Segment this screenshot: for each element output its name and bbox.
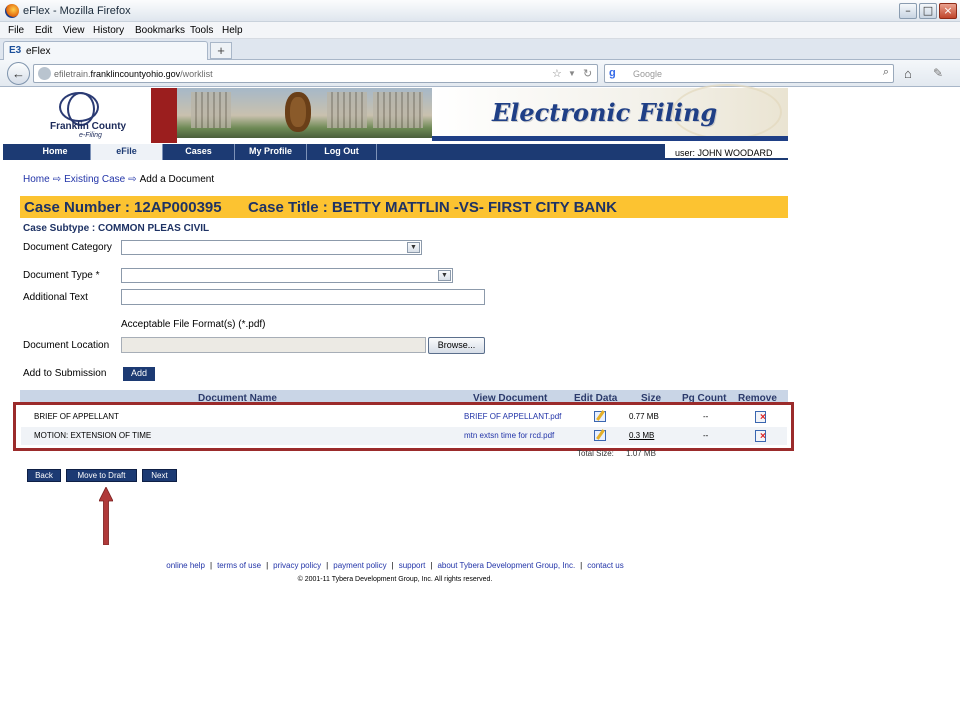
case-number: Case Number : 12AP000395 (24, 199, 222, 216)
footer-link-terms[interactable]: terms of use (217, 561, 261, 570)
menu-history[interactable]: History (93, 25, 124, 36)
banner-underline (432, 136, 788, 141)
addon-icon[interactable]: ✎ (933, 66, 943, 80)
user-label: user: JOHN WOODARD (675, 148, 773, 158)
building-shape (327, 92, 367, 128)
tab-label: eFlex (26, 46, 51, 57)
breadcrumb-separator-icon: ⇨ (52, 174, 62, 185)
site-banner: Franklin County e-Filing Electronic Fili… (3, 84, 788, 144)
additional-text-input[interactable] (121, 289, 485, 305)
menu-view[interactable]: View (63, 25, 85, 36)
footer-link-privacy[interactable]: privacy policy (273, 561, 321, 570)
search-placeholder: Google (633, 69, 663, 79)
document-category-label: Document Category (23, 242, 112, 253)
case-header-bar: Case Number : 12AP000395 Case Title : BE… (20, 196, 788, 218)
case-title: Case Title : BETTY MATTLIN -VS- FIRST CI… (248, 199, 617, 216)
breadcrumb-home[interactable]: Home (23, 174, 50, 185)
browser-tab[interactable]: E3 eFlex (3, 41, 208, 60)
menu-file[interactable]: File (8, 25, 24, 36)
site-identity-icon[interactable] (38, 67, 51, 80)
breadcrumb: Home ⇨ Existing Case ⇨ Add a Document (23, 174, 214, 185)
nav-log-out[interactable]: Log Out (307, 144, 377, 160)
chevron-down-icon[interactable]: ▼ (407, 242, 420, 253)
footer-link-about[interactable]: about Tybera Development Group, Inc. (437, 561, 575, 570)
franklin-county-logo[interactable]: Franklin County e-Filing (3, 88, 151, 143)
move-to-draft-button[interactable]: Move to Draft (66, 469, 137, 482)
nav-efile[interactable]: eFile (91, 144, 163, 160)
footer-link-payment[interactable]: payment policy (333, 561, 386, 570)
nav-cases[interactable]: Cases (163, 144, 235, 160)
banner-title: Electronic Filing (492, 98, 718, 127)
menu-bookmarks[interactable]: Bookmarks (135, 25, 185, 36)
sculpture-shape (285, 92, 311, 132)
menu-help[interactable]: Help (222, 25, 243, 36)
logo-line1: Franklin County (50, 121, 127, 132)
menu-tools[interactable]: Tools (190, 25, 213, 36)
browse-button[interactable]: Browse... (428, 337, 485, 354)
nav-underline (665, 158, 788, 160)
window-title: eFlex - Mozilla Firefox (23, 5, 131, 17)
globe-logo-icon (59, 92, 99, 126)
breadcrumb-existing-case[interactable]: Existing Case (64, 174, 125, 185)
tab-bar: E3 eFlex + (0, 39, 960, 60)
reload-icon[interactable]: ↻ (583, 67, 592, 80)
window-titlebar: eFlex - Mozilla Firefox – □ × (0, 0, 960, 22)
google-engine-icon[interactable]: g (609, 67, 616, 79)
breadcrumb-separator-icon: ⇨ (128, 174, 137, 185)
copyright: © 2001-11 Tybera Development Group, Inc.… (297, 576, 493, 583)
url-bar[interactable]: efiletrain.franklincountyohio.gov/workli… (33, 64, 598, 83)
eflex-tab-icon: E3 (9, 45, 22, 56)
new-tab-button[interactable]: + (210, 42, 232, 59)
nav-home[interactable]: Home (20, 144, 91, 160)
document-category-select[interactable]: ▼ (121, 240, 422, 255)
total-size: Total Size: 1.07 MB (577, 449, 656, 458)
search-bar[interactable]: g Google ⌕ (604, 64, 894, 83)
banner-photo (177, 88, 432, 138)
menu-bar: File Edit View History Bookmarks Tools H… (0, 22, 960, 39)
firefox-icon (5, 4, 19, 18)
footer-links: online help | terms of use | privacy policy |… (166, 561, 624, 570)
chevron-down-icon[interactable]: ▼ (438, 270, 451, 281)
file-format-note: Acceptable File Format(s) (*.pdf) (121, 319, 266, 330)
main-navigation: Home eFile Cases My Profile Log Out (3, 144, 665, 160)
document-type-select[interactable]: ▼ (121, 268, 453, 283)
building-shape (373, 92, 423, 128)
footer-link-online-help[interactable]: online help (166, 561, 205, 570)
home-icon[interactable]: ⌂ (904, 66, 912, 81)
navigation-toolbar: ← efiletrain.franklincountyohio.gov/work… (0, 60, 960, 87)
bookmark-star-icon[interactable]: ☆ (552, 67, 562, 80)
menu-edit[interactable]: Edit (35, 25, 52, 36)
document-location-label: Document Location (23, 340, 110, 351)
back-button[interactable]: Back (27, 469, 61, 482)
document-type-label: Document Type * (23, 270, 100, 281)
logo-line2: e-Filing (79, 132, 102, 139)
highlight-box (13, 402, 794, 451)
url-dropdown-icon[interactable]: ▼ (568, 69, 576, 78)
footer-link-support[interactable]: support (399, 561, 426, 570)
breadcrumb-current: Add a Document (139, 174, 215, 185)
url-text: efiletrain.franklincountyohio.gov/workli… (54, 69, 213, 79)
close-window-button[interactable]: × (939, 3, 957, 19)
additional-text-label: Additional Text (23, 292, 88, 303)
case-subtype: Case Subtype : COMMON PLEAS CIVIL (23, 223, 210, 234)
pointer-arrow-icon (99, 487, 113, 545)
maximize-button[interactable]: □ (919, 3, 937, 19)
efiling-banner: Electronic Filing (432, 84, 788, 140)
next-button[interactable]: Next (142, 469, 177, 482)
back-arrow-icon[interactable]: ← (7, 62, 30, 85)
add-to-submission-label: Add to Submission (23, 368, 107, 379)
building-shape (191, 92, 231, 128)
add-button[interactable]: Add (123, 367, 155, 381)
minimize-button[interactable]: – (899, 3, 917, 19)
nav-my-profile[interactable]: My Profile (235, 144, 307, 160)
document-location-input[interactable] (121, 337, 426, 353)
banner-accent-bar (151, 88, 177, 143)
footer-link-contact[interactable]: contact us (587, 561, 623, 570)
search-icon[interactable]: ⌕ (883, 66, 889, 79)
